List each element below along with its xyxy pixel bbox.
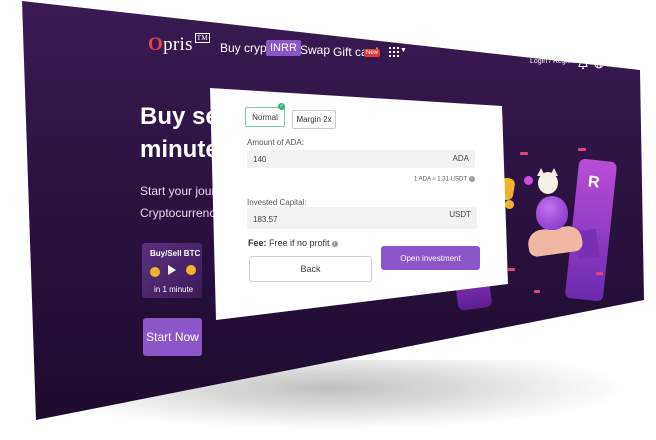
rate-text: 1 ADA ≈ 1.31 USDT	[414, 176, 467, 183]
decor-bar	[596, 272, 603, 275]
login-register-link[interactable]: Login / Register	[530, 58, 579, 65]
promo-video-card[interactable]: Buy/Sell BTC in 1 minute	[142, 243, 202, 298]
logo-mark: TM	[194, 33, 210, 43]
bell-icon[interactable]	[578, 58, 588, 70]
amount-unit: ADA	[452, 154, 469, 163]
promo-title: Buy/Sell BTC	[150, 249, 201, 258]
play-icon[interactable]	[168, 265, 176, 275]
back-button[interactable]: Back	[249, 256, 372, 282]
amount-field[interactable]: 140 ADA	[247, 150, 475, 168]
decor-bar	[534, 290, 540, 293]
start-now-button[interactable]: Start Now	[143, 318, 202, 356]
promo-subtitle: in 1 minute	[154, 285, 194, 294]
cat-ear	[550, 168, 558, 176]
coin-illustration	[524, 176, 533, 185]
cat-ear	[537, 168, 545, 176]
new-badge: New	[364, 49, 381, 57]
fee-row: Fee: Free if no profit i	[248, 238, 338, 248]
conversion-rate: 1 ADA ≈ 1.31 USDT i	[414, 176, 475, 183]
decor-bar	[508, 268, 515, 271]
money-bag-illustration	[536, 196, 568, 230]
chevron-down-icon[interactable]: ▼	[400, 47, 407, 54]
coin-illustration	[505, 200, 514, 209]
coin-icon	[186, 265, 196, 275]
amount-label: Amount of ADA:	[247, 138, 304, 147]
capital-unit: USDT	[449, 210, 471, 219]
check-icon: ✓	[278, 103, 285, 110]
fee-label: Fee:	[248, 238, 267, 248]
tab-normal[interactable]: Normal	[245, 107, 285, 127]
info-icon[interactable]: i	[331, 240, 338, 247]
fee-value: Free if no profit	[269, 238, 330, 248]
coin-icon	[150, 267, 160, 277]
logo[interactable]: Opris TM	[148, 33, 210, 56]
amount-value: 140	[253, 155, 267, 164]
inrr-badge[interactable]: INRR	[266, 40, 301, 56]
info-icon[interactable]: i	[468, 176, 475, 182]
capital-value: 183.57	[253, 215, 278, 224]
decor-bar	[520, 152, 528, 155]
tab-margin-2x[interactable]: Margin 2x	[292, 110, 336, 129]
globe-icon[interactable]	[594, 59, 604, 69]
open-investment-button[interactable]: Open investment	[381, 246, 480, 270]
nav-swap[interactable]: Swap	[300, 43, 330, 57]
decor-bar	[578, 148, 586, 151]
capital-field[interactable]: 183.57 USDT	[247, 207, 477, 229]
apps-grid-icon[interactable]	[389, 47, 399, 57]
capital-label: Invested Capital:	[247, 198, 307, 207]
